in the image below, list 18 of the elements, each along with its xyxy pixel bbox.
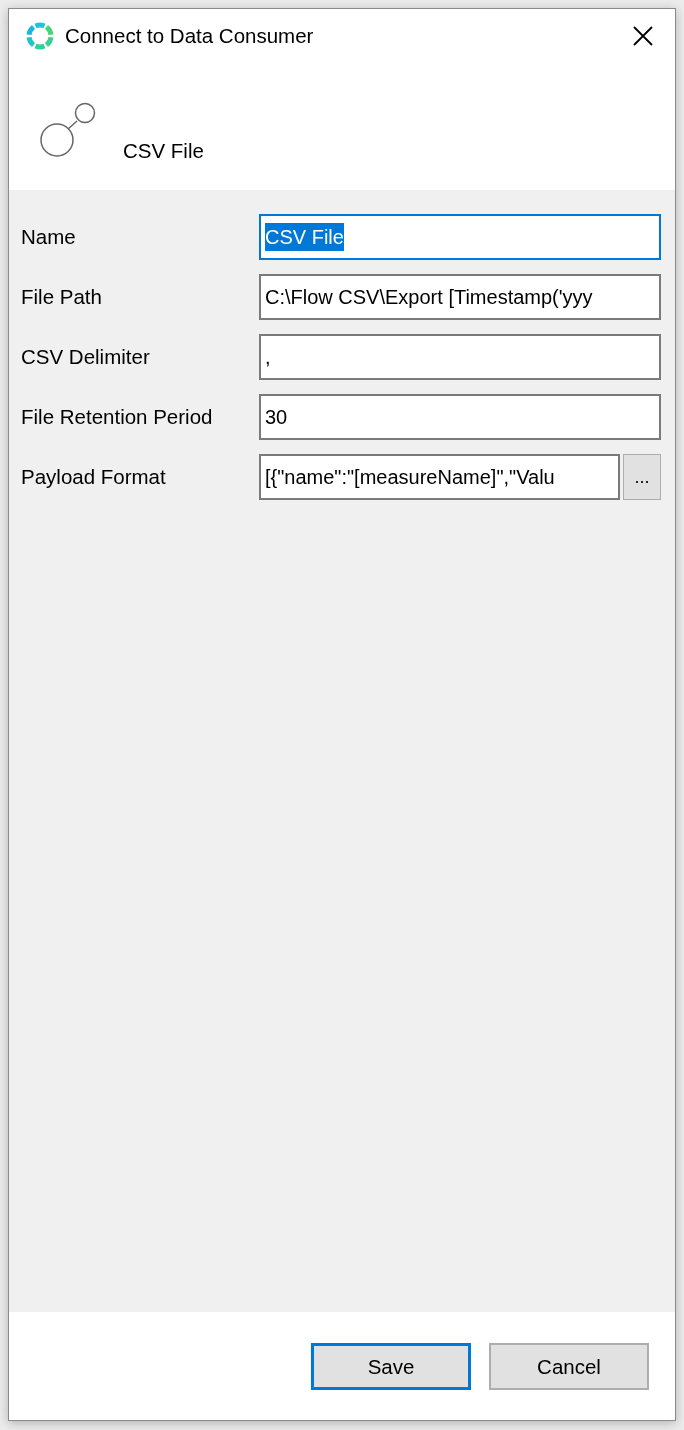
field-label: Payload Format: [21, 465, 166, 489]
text-field[interactable]: ,: [259, 334, 661, 380]
cancel-button[interactable]: Cancel: [489, 1343, 649, 1390]
browse-button[interactable]: ...: [623, 454, 661, 500]
text-field[interactable]: 30: [259, 394, 661, 440]
field-label: CSV Delimiter: [21, 345, 150, 369]
ring-icon: [25, 21, 55, 51]
text-field[interactable]: [{"name":"[measureName]","Valu: [259, 454, 620, 500]
header-title: CSV File: [123, 139, 204, 163]
linked-circles-icon: [40, 102, 96, 158]
field-label: Name: [21, 225, 76, 249]
save-button[interactable]: Save: [311, 1343, 471, 1390]
field-label: File Retention Period: [21, 405, 213, 429]
close-icon: [633, 26, 653, 46]
window-title: Connect to Data Consumer: [65, 24, 315, 48]
text-field[interactable]: C:\Flow CSV\Export [Timestamp('yyy: [259, 274, 661, 320]
field-label: File Path: [21, 285, 102, 309]
text-field[interactable]: CSV File: [259, 214, 661, 260]
